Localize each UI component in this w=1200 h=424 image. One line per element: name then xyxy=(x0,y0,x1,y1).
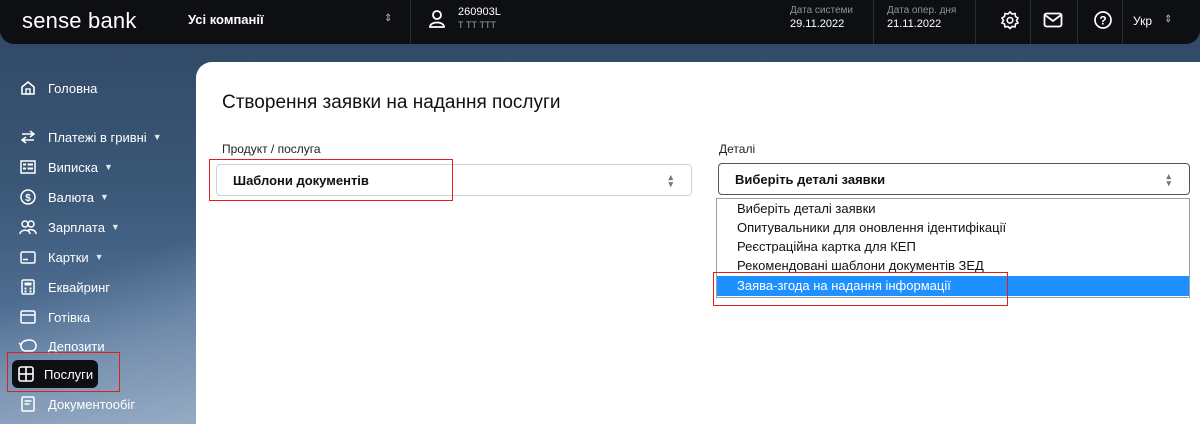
statement-icon xyxy=(18,158,38,176)
caret-down-icon: ▼ xyxy=(100,192,109,202)
system-date-value: 29.11.2022 xyxy=(790,18,845,30)
cash-icon xyxy=(18,308,38,326)
caret-down-icon: ▼ xyxy=(94,252,104,262)
user-subtitle: Т ТТ ТТТ xyxy=(458,20,496,30)
sidebar-item-label: Готівка xyxy=(48,309,91,325)
caret-down-icon: ▼ xyxy=(103,162,113,172)
annotation-box-product xyxy=(209,159,453,201)
details-select-value: Виберіть деталі заявки xyxy=(735,171,886,187)
document-icon xyxy=(18,395,38,413)
company-selector-label[interactable]: Усі компанії xyxy=(188,12,398,27)
user-icon[interactable] xyxy=(428,9,446,29)
svg-text:?: ? xyxy=(1099,14,1106,28)
dropdown-option[interactable]: Виберіть деталі заявки xyxy=(717,199,1189,219)
sidebar-item-cash[interactable]: Готівка xyxy=(12,303,96,331)
sidebar-item-label: Картки xyxy=(48,249,89,265)
sidebar-item-label: Еквайринг xyxy=(48,279,111,295)
sidebar-item-payments[interactable]: Платежі в гривні ▼ xyxy=(12,123,168,151)
page-title: Створення заявки на надання послуги xyxy=(222,92,561,113)
brand-logo[interactable]: sense bank xyxy=(22,8,137,34)
details-label: Деталі xyxy=(719,142,756,156)
header-divider xyxy=(1122,0,1123,44)
sidebar-item-documents[interactable]: Документообіг xyxy=(12,390,141,418)
system-date-block: Дата системи 29.11.2022 xyxy=(790,5,853,30)
mail-icon[interactable] xyxy=(1043,12,1063,28)
sidebar-item-label: Документообіг xyxy=(48,396,136,412)
language-arrow-icon[interactable]: ⇕ xyxy=(1164,14,1172,25)
details-select[interactable]: Виберіть деталі заявки ▴ ▾ xyxy=(718,163,1190,195)
transfer-icon xyxy=(18,128,38,146)
sidebar-item-acquiring[interactable]: Еквайринг xyxy=(12,273,116,301)
user-id: 260903L xyxy=(458,6,501,18)
annotation-box-services xyxy=(7,352,120,392)
help-icon[interactable]: ? xyxy=(1093,10,1113,30)
sidebar-item-home[interactable]: Головна xyxy=(12,74,103,102)
dropdown-option[interactable]: Опитувальники для оновлення ідентифікаці… xyxy=(717,218,1189,238)
header-divider xyxy=(873,0,874,44)
sidebar-item-label: Головна xyxy=(48,80,98,96)
system-date-label: Дата системи xyxy=(790,5,853,16)
sidebar-item-label: Валюта xyxy=(48,189,94,205)
terminal-icon xyxy=(18,278,38,296)
language-selector[interactable]: Укр xyxy=(1133,14,1152,28)
header-divider xyxy=(410,0,411,44)
sidebar-item-cards[interactable]: Картки ▼ xyxy=(12,243,110,271)
select-arrow-icon: ▴ ▾ xyxy=(668,172,673,189)
caret-down-icon: ▼ xyxy=(152,132,162,142)
oper-date-value: 21.11.2022 xyxy=(887,18,942,30)
select-arrow-icon: ▴ ▾ xyxy=(1166,171,1171,188)
product-label: Продукт / послуга xyxy=(222,142,321,156)
dropdown-option[interactable]: Реєстраційна картка для КЕП xyxy=(717,237,1189,257)
currency-icon: $ xyxy=(18,188,38,206)
oper-date-block: Дата опер. дня 21.11.2022 xyxy=(887,5,956,30)
header-divider xyxy=(1077,0,1078,44)
sidebar-item-label: Платежі в гривні xyxy=(48,129,147,145)
sidebar-item-currency[interactable]: $ Валюта ▼ xyxy=(12,183,115,211)
sidebar-item-statement[interactable]: Виписка ▼ xyxy=(12,153,119,181)
top-bar: sense bank Усі компанії ⇕ 260903L Т ТТ Т… xyxy=(0,0,1200,44)
sidebar-item-salary[interactable]: Зарплата ▼ xyxy=(12,213,126,241)
users-icon xyxy=(18,218,38,236)
svg-text:$: $ xyxy=(25,193,31,204)
sidebar-item-label: Зарплата xyxy=(48,219,105,235)
main-panel: Створення заявки на надання послуги Прод… xyxy=(196,62,1200,424)
home-icon xyxy=(18,79,38,97)
header-divider xyxy=(975,0,976,44)
caret-down-icon: ▼ xyxy=(110,222,120,232)
oper-date-label: Дата опер. дня xyxy=(887,5,957,16)
sidebar-item-label: Виписка xyxy=(48,159,98,175)
company-selector-arrow-icon[interactable]: ⇕ xyxy=(384,13,392,24)
header-divider xyxy=(1030,0,1031,44)
card-icon xyxy=(18,248,38,266)
settings-gear-icon[interactable] xyxy=(1000,10,1020,30)
annotation-box-option xyxy=(713,272,1008,306)
